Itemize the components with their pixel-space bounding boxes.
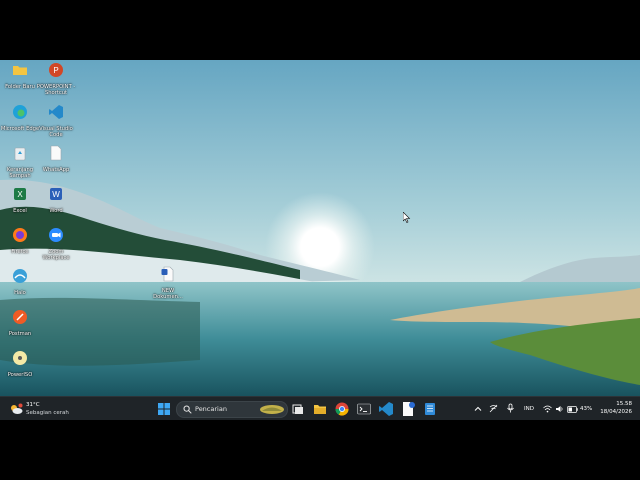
- weather-partly-sunny-icon: [11, 403, 23, 414]
- task-view-icon[interactable]: [290, 401, 306, 417]
- excel-icon: X: [14, 188, 26, 200]
- wifi-icon[interactable]: [543, 405, 552, 413]
- network-off-icon[interactable]: [489, 404, 498, 413]
- taskbar: 31°C Sebagian cerah Pencarian IND 43% 15…: [0, 396, 640, 420]
- vscode-taskbar-icon[interactable]: [378, 401, 394, 417]
- mouse-cursor-icon: [403, 212, 411, 223]
- start-button-icon[interactable]: [156, 401, 172, 417]
- language-indicator[interactable]: IND: [524, 406, 534, 412]
- recycle-bin-icon: [14, 147, 26, 161]
- desktop-icon-excel[interactable]: X Excel: [0, 186, 40, 214]
- firefox-icon: [13, 228, 27, 242]
- document-app-icon[interactable]: [422, 401, 438, 417]
- desktop-icon-halo[interactable]: Halo: [0, 268, 40, 296]
- clock-date: 18/04/2026: [600, 409, 632, 415]
- desktop-icon-word[interactable]: W Word: [36, 186, 76, 214]
- svg-text:X: X: [17, 190, 23, 199]
- weather-widget[interactable]: 31°C Sebagian cerah: [8, 399, 88, 419]
- desktop-icon-powerpoint[interactable]: P POWERPOINT - Shortcut: [36, 62, 76, 96]
- desktop-icon-edge[interactable]: Microsoft Edge: [0, 104, 40, 132]
- weather-temperature: 31°C: [26, 402, 40, 408]
- desktop-icon-firefox[interactable]: Firefox: [0, 227, 40, 255]
- desktop-icon-whatsapp[interactable]: WhatsApp: [36, 145, 76, 173]
- desktop-icon-folder-baru[interactable]: Folder Baru: [0, 62, 40, 90]
- desktop-screen: Folder Baru P POWERPOINT - Shortcut Micr…: [0, 60, 640, 420]
- svg-text:P: P: [53, 66, 58, 75]
- whatsapp-icon: [50, 145, 62, 161]
- desktop-icon-new-dokumen[interactable]: NEW Dokumen...: [148, 266, 188, 300]
- search-highlight-image-icon: [260, 405, 284, 414]
- notepad-icon[interactable]: [400, 401, 416, 417]
- desktop-wallpaper: [0, 60, 640, 396]
- chevron-up-icon[interactable]: [474, 405, 482, 413]
- vscode-icon: [49, 105, 63, 119]
- desktop-icon-recycle-bin[interactable]: Keranjang Sampah: [0, 145, 40, 179]
- battery-icon[interactable]: [567, 406, 578, 413]
- powerpoint-icon: P: [49, 63, 63, 77]
- volume-icon[interactable]: [555, 405, 564, 413]
- file-explorer-icon[interactable]: [312, 401, 328, 417]
- clock-time: 15.58: [616, 401, 632, 407]
- svg-text:W: W: [52, 190, 60, 199]
- search-placeholder: Pencarian: [195, 405, 227, 413]
- zoom-icon: [49, 228, 63, 242]
- postman-icon: [13, 310, 27, 324]
- terminal-icon[interactable]: [356, 401, 372, 417]
- poweriso-icon: [13, 351, 27, 365]
- taskbar-search-input[interactable]: Pencarian: [176, 401, 288, 418]
- desktop-icon-poweriso[interactable]: PowerISO: [0, 350, 40, 378]
- clock[interactable]: 15.58 18/04/2026: [596, 400, 636, 418]
- halo-icon: [13, 269, 27, 283]
- weather-condition: Sebagian cerah: [26, 410, 69, 416]
- desktop-icon-postman[interactable]: Postman: [0, 309, 40, 337]
- word-document-icon: [161, 266, 174, 282]
- microphone-icon[interactable]: [506, 403, 515, 413]
- chrome-icon[interactable]: [334, 401, 350, 417]
- desktop-icon-vscode[interactable]: Visual Studio Code: [36, 104, 76, 138]
- folder-icon: [13, 66, 27, 75]
- edge-icon: [13, 105, 27, 119]
- battery-percentage: 43%: [580, 406, 593, 412]
- desktop-icon-zoom[interactable]: Zoom Workplace: [36, 227, 76, 261]
- word-icon: W: [50, 188, 62, 200]
- search-icon: [183, 405, 192, 414]
